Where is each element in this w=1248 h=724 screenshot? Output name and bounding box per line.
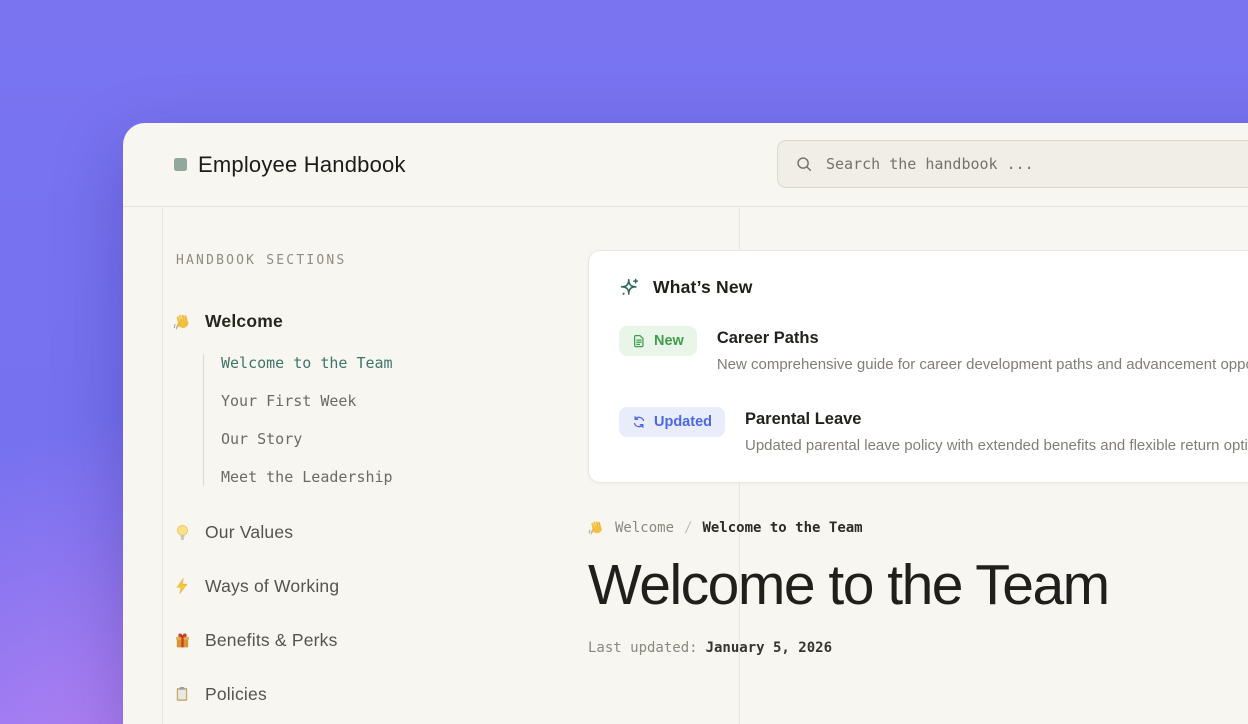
badge-label: Updated <box>654 414 712 430</box>
news-item-text: Parental Leave Updated parental leave po… <box>745 407 1248 454</box>
last-updated-value: January 5, 2026 <box>706 640 832 656</box>
clipboard-icon <box>172 685 192 703</box>
news-item-parental-leave[interactable]: Updated Parental Leave Updated parental … <box>619 407 1248 454</box>
sidebar-subitem-our-story[interactable]: Our Story <box>204 430 552 448</box>
whats-new-header: What’s New <box>619 277 1248 298</box>
badge-label: New <box>654 333 684 349</box>
search-icon <box>795 155 813 173</box>
column-divider-left <box>162 208 163 724</box>
news-item-title: Career Paths <box>717 329 1248 348</box>
whats-new-card: What’s New New Career Paths New comprehe… <box>588 250 1248 483</box>
sidebar-subitem-meet-the-leadership[interactable]: Meet the Leadership <box>204 468 552 486</box>
sidebar-item-label: Our Values <box>205 522 293 543</box>
news-item-description: Updated parental leave policy with exten… <box>745 437 1248 454</box>
sidebar-item-label: Policies <box>205 684 267 705</box>
last-updated-label: Last updated: <box>588 640 698 656</box>
sidebar-item-welcome[interactable]: Welcome <box>172 310 552 332</box>
page-title: Welcome to the Team <box>588 556 1248 616</box>
bolt-icon <box>172 577 192 595</box>
sidebar-item-label: Ways of Working <box>205 576 339 597</box>
document-icon <box>632 334 646 348</box>
sidebar-item-label: Benefits & Perks <box>205 630 338 651</box>
updated-badge: Updated <box>619 407 725 437</box>
last-updated: Last updated: January 5, 2026 <box>588 640 1248 656</box>
breadcrumb-separator: / <box>684 520 692 536</box>
news-item-title: Parental Leave <box>745 410 1248 429</box>
search-box[interactable] <box>777 140 1248 188</box>
sidebar-item-label: Welcome <box>205 311 283 332</box>
wave-icon <box>588 519 605 536</box>
sidebar-item-benefits-perks[interactable]: Benefits & Perks <box>172 629 552 651</box>
search-input[interactable] <box>826 155 1248 173</box>
sidebar-item-policies[interactable]: Policies <box>172 683 552 705</box>
breadcrumb-section[interactable]: Welcome <box>615 520 674 536</box>
bulb-icon <box>172 523 192 542</box>
app-window: Employee Handbook HANDBOOK SECTIONS <box>123 123 1248 724</box>
sparkle-icon <box>619 277 640 298</box>
news-item-career-paths[interactable]: New Career Paths New comprehensive guide… <box>619 326 1248 373</box>
sidebar-item-our-values[interactable]: Our Values <box>172 521 552 543</box>
breadcrumb: Welcome / Welcome to the Team <box>588 519 1248 536</box>
whats-new-title: What’s New <box>653 277 753 298</box>
news-item-description: New comprehensive guide for career devel… <box>717 356 1248 373</box>
wave-icon <box>172 312 192 331</box>
new-badge: New <box>619 326 697 356</box>
sidebar: HANDBOOK SECTIONS Welcome Wel <box>172 253 552 705</box>
news-item-text: Career Paths New comprehensive guide for… <box>717 326 1248 373</box>
gift-icon <box>172 631 192 650</box>
app-header: Employee Handbook <box>123 123 1248 207</box>
sidebar-subitem-welcome-to-the-team[interactable]: Welcome to the Team <box>204 354 552 372</box>
breadcrumb-current: Welcome to the Team <box>702 520 862 536</box>
sidebar-sublist-welcome: Welcome to the Team Your First Week Our … <box>203 354 552 486</box>
sidebar-item-ways-of-working[interactable]: Ways of Working <box>172 575 552 597</box>
refresh-icon <box>632 415 646 429</box>
logo-square-icon <box>174 158 187 171</box>
sidebar-subitem-your-first-week[interactable]: Your First Week <box>204 392 552 410</box>
sidebar-heading: HANDBOOK SECTIONS <box>176 253 552 268</box>
main-content: What’s New New Career Paths New comprehe… <box>588 250 1248 656</box>
app-title: Employee Handbook <box>198 152 406 178</box>
